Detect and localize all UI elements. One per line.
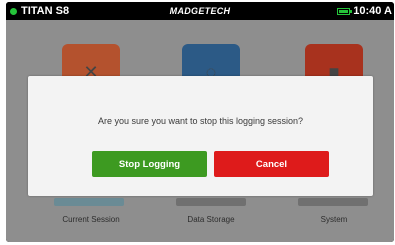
- data-storage-label: Data Storage: [187, 215, 235, 224]
- battery-icon: [337, 7, 353, 15]
- cancel-button[interactable]: Cancel: [214, 151, 329, 177]
- device-screen: TITAN S8 MADGETECH 10:40 A ✕ ◌ ■ Current…: [6, 2, 394, 242]
- brand-logo: MADGETECH: [169, 6, 231, 16]
- current-session-label: Current Session: [62, 215, 120, 224]
- stop-logging-button[interactable]: Stop Logging: [92, 151, 207, 177]
- clock: 10:40 A: [353, 5, 392, 17]
- system-bar: [298, 198, 368, 206]
- status-bar: TITAN S8 MADGETECH 10:40 A: [6, 2, 394, 20]
- status-right: 10:40 A: [337, 5, 392, 17]
- confirm-dialog: Are you sure you want to stop this loggi…: [28, 76, 373, 196]
- data-storage-bar: [176, 198, 246, 206]
- current-session-bar: [54, 198, 124, 206]
- system-label: System: [320, 215, 348, 224]
- home-screen: ✕ ◌ ■ Current Session Data Storage Syste…: [6, 20, 394, 242]
- dialog-message: Are you sure you want to stop this loggi…: [97, 116, 304, 126]
